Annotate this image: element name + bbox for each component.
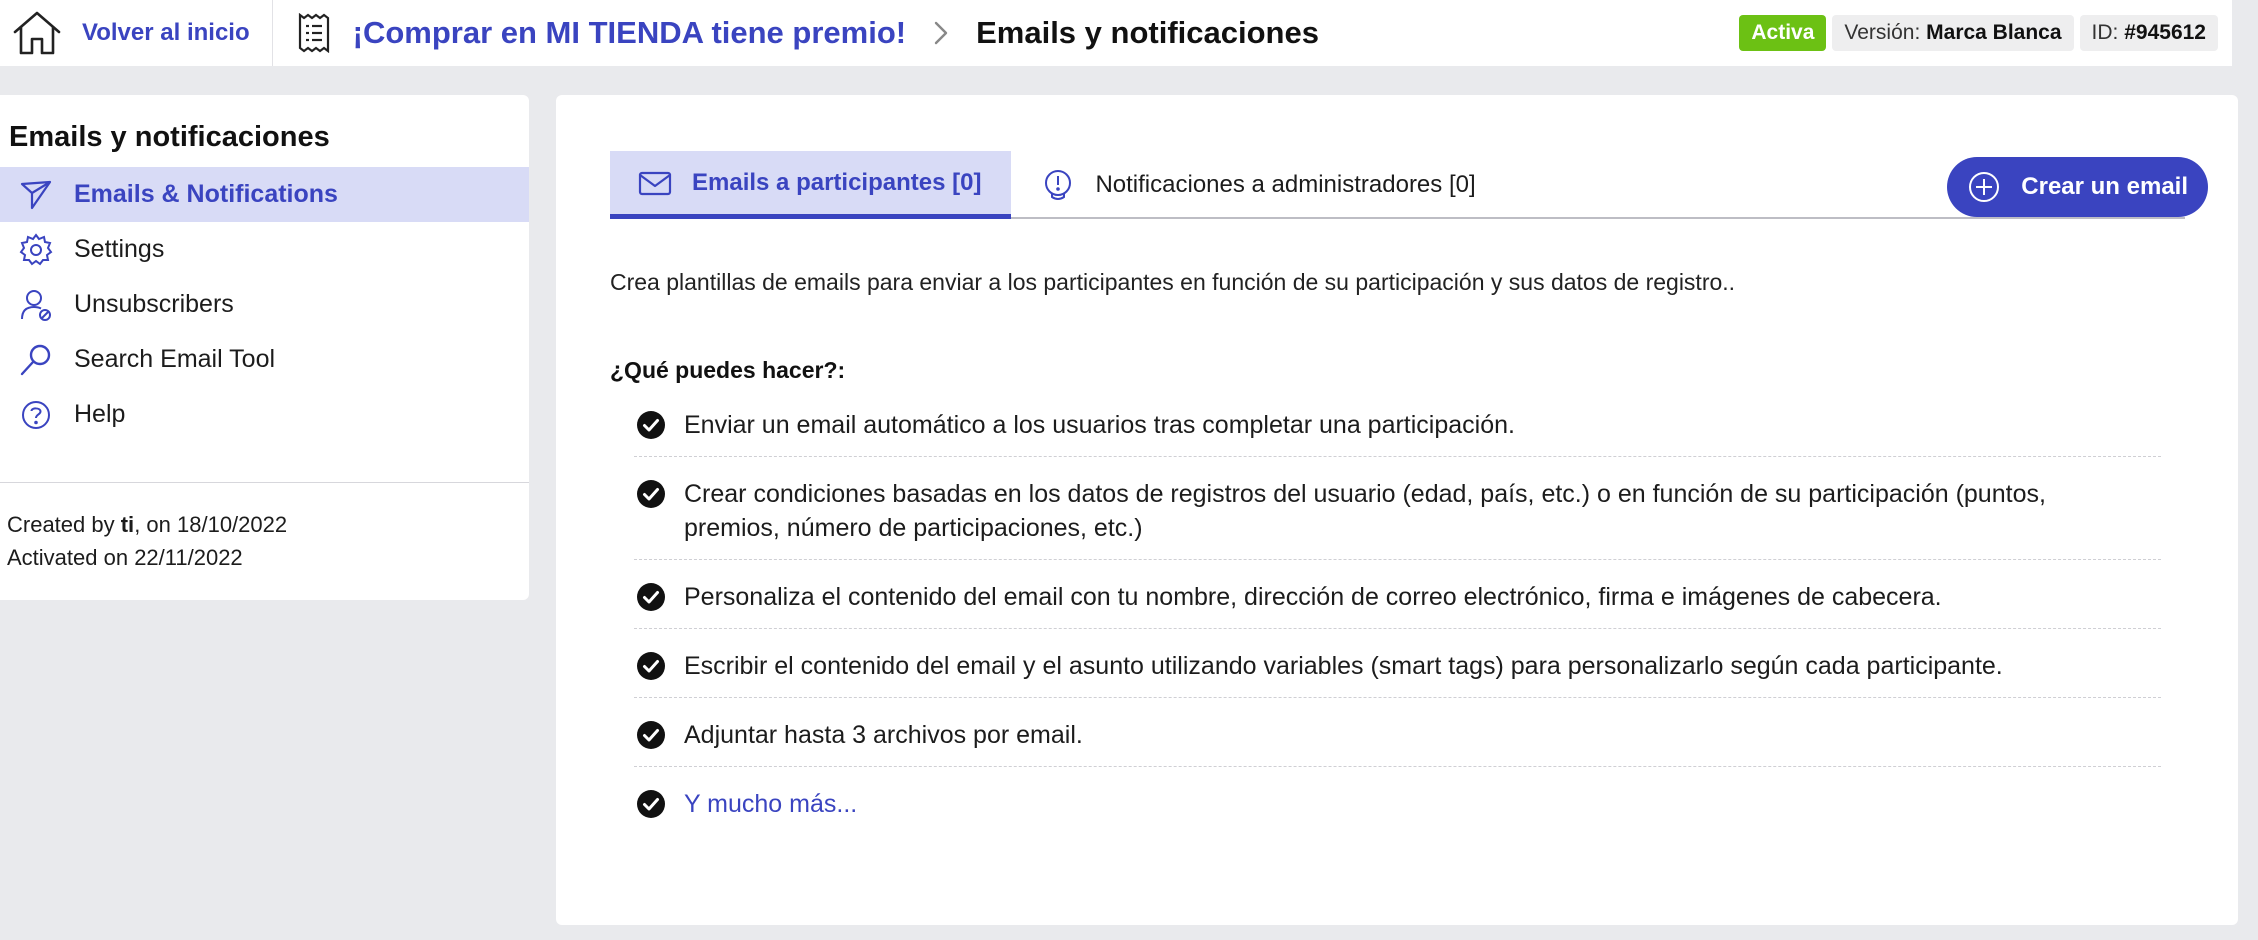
tab-label: Notificaciones a administradores [0] <box>1095 171 1476 198</box>
sidebar-divider <box>0 482 529 483</box>
feature-text: Crear condiciones basadas en los datos d… <box>684 480 2046 542</box>
feature-text: Escribir el contenido del email y el asu… <box>684 652 2003 680</box>
id-pill: ID: #945612 <box>2079 15 2218 51</box>
main-panel: Emails a participantes [0] Notificacione… <box>556 95 2238 925</box>
envelope-icon <box>638 171 672 195</box>
sidebar-item-label: Unsubscribers <box>74 290 234 318</box>
alert-bulb-icon <box>1045 170 1072 200</box>
sidebar-menu: Emails & Notifications Settings Unsubscr… <box>0 167 529 442</box>
receipt-icon <box>298 13 329 53</box>
version-value: Marca Blanca <box>1926 21 2062 44</box>
create-email-label: Crear un email <box>2021 173 2188 200</box>
sidebar-item-help[interactable]: Help <box>0 387 529 442</box>
check-circle-icon <box>637 480 665 508</box>
sidebar-item-unsubscribers[interactable]: Unsubscribers <box>0 277 529 332</box>
top-bar: Volver al inicio ¡Comprar en MI TIENDA t… <box>0 0 2232 66</box>
sidebar-item-settings[interactable]: Settings <box>0 222 529 277</box>
magnifier-icon <box>8 343 64 377</box>
feature-text: Enviar un email automático a los usuario… <box>684 411 1515 439</box>
page-title: Emails y notificaciones <box>976 15 1319 50</box>
chevron-right-icon <box>934 21 948 45</box>
features-list: Enviar un email automático a los usuario… <box>634 388 2161 835</box>
plus-circle-icon <box>1969 172 2000 202</box>
created-date: , on 18/10/2022 <box>134 512 288 537</box>
check-circle-icon <box>637 790 665 818</box>
home-link-label: Volver al inicio <box>82 19 250 46</box>
check-circle-icon <box>637 583 665 611</box>
features-heading: ¿Qué puedes hacer?: <box>610 357 846 383</box>
tab-emails-participants[interactable]: Emails a participantes [0] <box>610 151 1012 219</box>
id-value: #945612 <box>2124 21 2206 44</box>
send-icon <box>8 178 64 212</box>
intro-text: Crea plantillas de emails para enviar a … <box>610 269 1736 295</box>
tab-admin-notifications[interactable]: Notificaciones a administradores [0] <box>1011 151 1505 219</box>
status-badge: Activa <box>1739 15 1827 51</box>
tab-label: Emails a participantes [0] <box>692 168 982 196</box>
more-features-link[interactable]: Y mucho más... <box>684 787 897 821</box>
created-user: ti <box>120 512 135 537</box>
sidebar-item-label: Settings <box>74 235 165 263</box>
list-item: Crear condiciones basadas en los datos d… <box>634 457 2161 560</box>
version-pill: Versión: Marca Blanca <box>1832 15 2074 51</box>
check-circle-icon <box>637 721 665 749</box>
feature-text: Personaliza el contenido del email con t… <box>684 583 1942 611</box>
home-icon <box>13 11 61 55</box>
sidebar: Emails y notificaciones Emails & Notific… <box>0 95 529 600</box>
activated-info: Activated on 22/11/2022 <box>7 545 243 570</box>
list-item: Adjuntar hasta 3 archivos por email. <box>634 698 2161 767</box>
id-label: ID: <box>2091 21 2119 44</box>
list-item: Enviar un email automático a los usuario… <box>634 388 2161 457</box>
sidebar-item-emails-notifications[interactable]: Emails & Notifications <box>0 167 529 222</box>
sidebar-item-label: Search Email Tool <box>74 345 276 373</box>
user-block-icon <box>8 288 64 322</box>
sidebar-item-search-email-tool[interactable]: Search Email Tool <box>0 332 529 387</box>
sidebar-item-label: Emails & Notifications <box>74 180 338 208</box>
check-circle-icon <box>637 652 665 680</box>
list-item: Y mucho más... <box>634 767 2161 835</box>
help-icon <box>8 398 64 432</box>
version-label: Versión: <box>1844 21 1921 44</box>
home-link[interactable]: Volver al inicio <box>0 0 273 66</box>
sidebar-title: Emails y notificaciones <box>9 121 330 153</box>
list-item: Escribir el contenido del email y el asu… <box>634 629 2161 698</box>
list-item: Personaliza el contenido del email con t… <box>634 560 2161 629</box>
create-email-button[interactable]: Crear un email <box>1947 157 2208 217</box>
breadcrumb-campaign-link[interactable]: ¡Comprar en MI TIENDA tiene premio! <box>353 15 906 51</box>
campaign-history: Created by ti, on 18/10/2022 Activated o… <box>7 508 287 574</box>
created-info: Created by ti, on 18/10/2022 <box>7 508 287 541</box>
sidebar-item-label: Help <box>74 400 126 428</box>
check-circle-icon <box>637 411 665 439</box>
campaign-meta: Activa Versión: Marca Blanca ID: #945612 <box>1739 15 2232 51</box>
gear-icon <box>8 232 64 267</box>
created-prefix: Created by <box>7 512 121 537</box>
feature-text: Adjuntar hasta 3 archivos por email. <box>684 721 1083 749</box>
